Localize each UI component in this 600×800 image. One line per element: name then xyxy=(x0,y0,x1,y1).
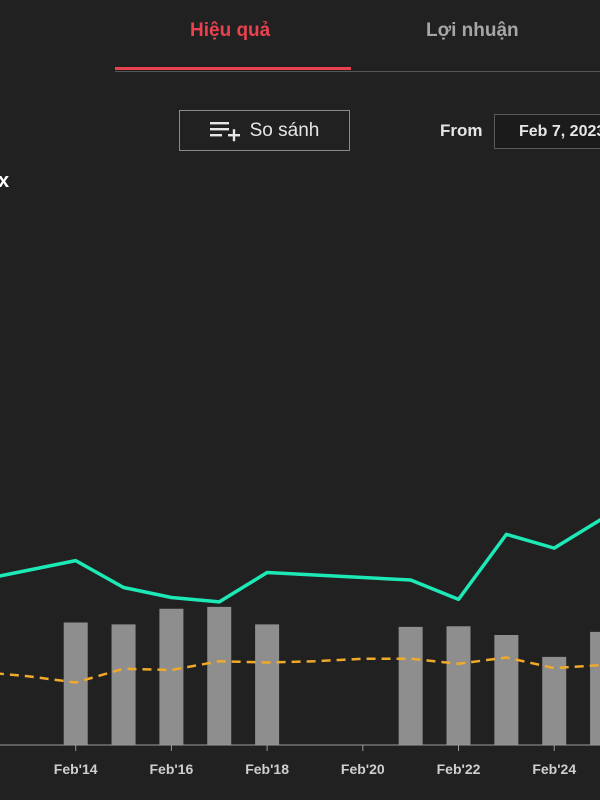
performance-chart: Feb'14 Feb'16 Feb'18 Feb'20 Feb'22 Feb'24 xyxy=(0,517,600,777)
chart-page: Hiệu quả Lợi nhuận So sánh From Feb 7, 2… xyxy=(0,0,600,800)
bar xyxy=(398,626,423,745)
bar xyxy=(590,631,600,745)
x-tick-label: Feb'24 xyxy=(532,761,576,777)
bar xyxy=(159,608,184,745)
x-tick-label: Feb'16 xyxy=(150,761,194,777)
bars-layer xyxy=(63,606,600,745)
solid-line-layer xyxy=(0,517,600,604)
bar xyxy=(255,624,280,745)
bar xyxy=(207,606,232,745)
x-tick-label: Feb'18 xyxy=(245,761,289,777)
x-tick-label: Feb'20 xyxy=(341,761,385,777)
x-axis: Feb'14 Feb'16 Feb'18 Feb'20 Feb'22 Feb'24 xyxy=(0,744,600,777)
solid-series-line xyxy=(0,517,600,604)
bar xyxy=(111,624,136,745)
bar xyxy=(63,622,88,745)
bar xyxy=(494,635,519,745)
bar xyxy=(542,656,567,745)
bar xyxy=(446,626,471,745)
x-tick-label: Feb'22 xyxy=(437,761,481,777)
x-tick-label: Feb'14 xyxy=(54,761,98,777)
